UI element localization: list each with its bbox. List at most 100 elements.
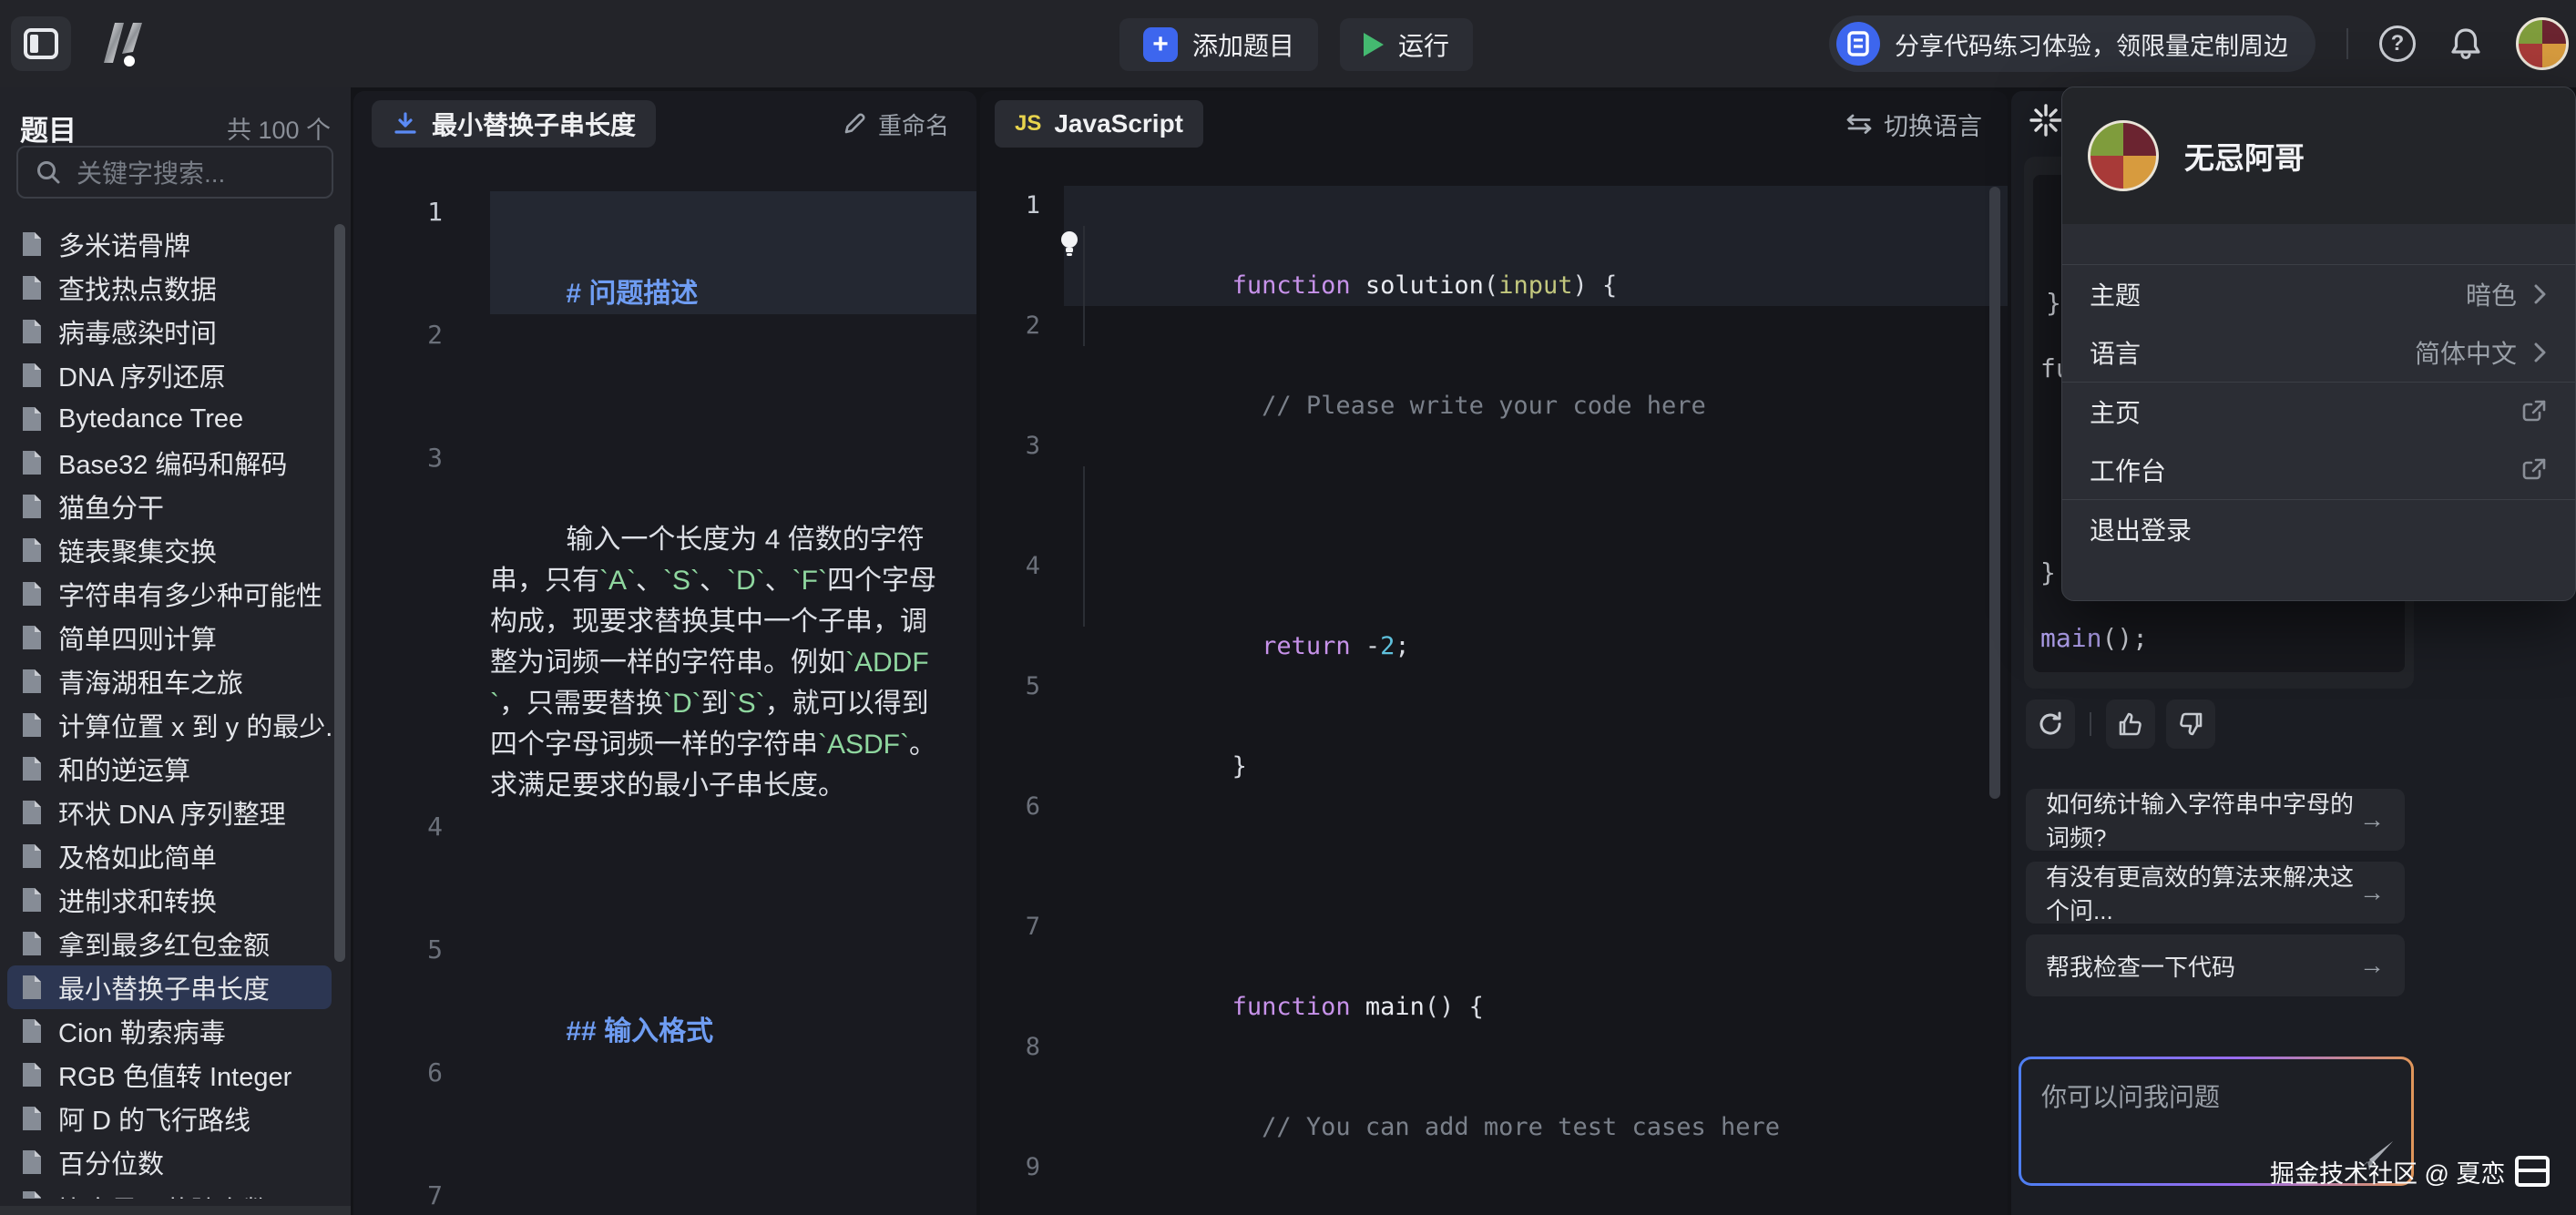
code-line: 5 } (980, 667, 2008, 787)
code-segment: ; (1395, 632, 1409, 660)
problem-list-item[interactable]: 计算位置 x 到 y 的最少... (7, 703, 332, 747)
problem-count: 共 100 个 (227, 110, 331, 146)
line-number: 6 (980, 787, 1064, 827)
sidebar-scrollbar[interactable] (334, 224, 345, 962)
problem-list-item-label: 和的逆运算 (58, 750, 190, 788)
markdown-segment: `D` (663, 689, 701, 719)
problem-list-item[interactable]: 环状 DNA 序列整理 (7, 791, 332, 834)
user-avatar[interactable] (2516, 17, 2569, 70)
document-icon (20, 449, 44, 476)
book-icon (1836, 22, 1880, 66)
logout-menu-item[interactable]: 退出登录 (2062, 500, 2575, 558)
problem-list-item[interactable]: RGB 色值转 Integer (7, 1053, 332, 1097)
problem-list-item-label: 简单四则计算 (58, 618, 217, 657)
problem-list-item[interactable]: 进制求和转换 (7, 878, 332, 922)
indent-guide (1083, 466, 1085, 627)
code-segment: return (1262, 632, 1351, 660)
search-placeholder: 关键字搜索... (77, 154, 225, 190)
thumbs-up-button[interactable] (2106, 699, 2155, 749)
problem-tab[interactable]: 最小替换子串长度 (372, 100, 656, 148)
problem-list-item[interactable]: 百分位数 (7, 1140, 332, 1184)
arrow-right-icon: → (2359, 805, 2385, 834)
language-tab-label: JavaScript (1054, 109, 1183, 138)
problem-list-item-label: RGB 色值转 Integer (58, 1056, 291, 1094)
line-number: 3 (980, 426, 1064, 466)
line-number: 9 (980, 1148, 1064, 1188)
language-menu-item[interactable]: 语言 简体中文 (2062, 323, 2575, 382)
problem-list-item-label: 猫鱼分干 (58, 487, 164, 526)
language-tab[interactable]: JS JavaScript (995, 100, 1203, 148)
notifications-button[interactable] (2447, 25, 2485, 63)
markdown-line: 2 (353, 314, 976, 437)
problem-list-item[interactable]: Base32 编码和解码 (7, 441, 332, 485)
markdown-segment: `D` (727, 566, 765, 596)
js-icon: JS (1015, 111, 1041, 137)
add-problem-label: 添加题目 (1192, 26, 1294, 63)
document-icon (20, 974, 44, 1001)
problem-list-item[interactable]: 比赛是否获胜次数 (7, 1184, 332, 1199)
suggestion-chip[interactable]: 有没有更高效的算法来解决这个问... → (2026, 862, 2405, 924)
document-icon (20, 274, 44, 301)
code-segment: // You can add more test cases here (1262, 1113, 1780, 1141)
problem-list-item[interactable]: 字符串有多少种可能性 (7, 572, 332, 616)
document-icon (20, 405, 44, 433)
switch-language-button[interactable]: 切换语言 (1845, 107, 1982, 142)
problem-list-item[interactable]: 阿 D 的飞行路线 (7, 1097, 332, 1140)
home-menu-item[interactable]: 主页 (2062, 383, 2575, 441)
problem-list-item[interactable]: 青海湖租车之旅 (7, 659, 332, 703)
promo-banner[interactable]: 分享代码练习体验，领限量定制周边 (1829, 15, 2315, 72)
problem-list-item-label: Bytedance Tree (58, 404, 243, 434)
problem-list-item[interactable]: 病毒感染时间 (7, 310, 332, 353)
user-menu-links: 主页 工作台 (2062, 382, 2575, 499)
markdown-line-content: 输入一个长度为 4 倍数的字符串，只有`A`、`S`、`D`、`F`四个字母构成… (490, 437, 976, 806)
problem-list-item-label: 计算位置 x 到 y 的最少... (58, 706, 332, 744)
problem-list-item-label: Base32 编码和解码 (58, 444, 287, 482)
workbench-menu-item[interactable]: 工作台 (2062, 441, 2575, 499)
document-icon (20, 1017, 44, 1045)
problem-markdown-editor[interactable]: 1 # 问题描述 2 3 输入一个长度为 4 倍数的字 (353, 157, 976, 1215)
search-input[interactable]: 关键字搜索... (16, 146, 333, 199)
problem-list-item-label: 及格如此简单 (58, 837, 217, 875)
problem-list-item[interactable]: 链表聚集交换 (7, 528, 332, 572)
problem-list-item[interactable]: 最小替换子串长度 (7, 965, 332, 1009)
code-editor[interactable]: 1 function solution(input) { 2 // Please… (980, 157, 2008, 1215)
rename-button[interactable]: 重命名 (842, 107, 949, 141)
problem-list-item[interactable]: Cion 勒索病毒 (7, 1009, 332, 1053)
code-segment (1232, 632, 1262, 660)
problem-list-item[interactable]: 拿到最多红包金额 (7, 922, 332, 965)
code-line: 7 function main() { (980, 907, 2008, 1027)
document-icon (20, 711, 44, 739)
sidebar-title: 题目 (20, 107, 77, 148)
line-number: 1 (353, 191, 490, 232)
code-panel-header: JS JavaScript 切换语言 (980, 91, 2008, 157)
problem-list-item[interactable]: 和的逆运算 (7, 747, 332, 791)
download-icon (392, 110, 419, 138)
code-segment: main (1365, 993, 1425, 1021)
code-segment: function (1232, 993, 1365, 1021)
help-button[interactable]: ? (2379, 26, 2416, 62)
code-line: 3 (980, 426, 2008, 546)
problem-list-item[interactable]: 及格如此简单 (7, 834, 332, 878)
problem-list-item[interactable]: 猫鱼分干 (7, 485, 332, 528)
problem-list-item[interactable]: Bytedance Tree (7, 397, 332, 441)
sidebar-toggle-button[interactable] (11, 16, 71, 71)
app-logo[interactable] (91, 15, 149, 72)
add-problem-button[interactable]: + 添加题目 (1119, 18, 1318, 71)
theme-menu-item[interactable]: 主题 暗色 (2062, 265, 2575, 323)
run-button[interactable]: 运行 (1340, 18, 1473, 71)
problem-list-item[interactable]: 简单四则计算 (7, 616, 332, 659)
editor-scrollbar[interactable] (1989, 187, 2000, 799)
suggestion-chip[interactable]: 如何统计输入字符串中字母的词频? → (2026, 789, 2405, 851)
lightbulb-icon[interactable] (1058, 230, 1080, 259)
problem-list-item[interactable]: DNA 序列还原 (7, 353, 332, 397)
code-segment: ) { (1572, 271, 1617, 300)
thumbs-down-button[interactable] (2166, 699, 2215, 749)
line-number: 3 (353, 437, 490, 478)
regenerate-button[interactable] (2026, 699, 2075, 749)
problem-list-item[interactable]: 多米诺骨牌 (7, 222, 332, 266)
suggestion-chip[interactable]: 帮我检查一下代码 → (2026, 934, 2405, 996)
problem-panel-header: 最小替换子串长度 重命名 (353, 91, 976, 157)
problem-list-item[interactable]: 查找热点数据 (7, 266, 332, 310)
sidebar-hscrollbar[interactable] (0, 1206, 351, 1215)
suggestion-label: 如何统计输入字符串中字母的词频? (2046, 786, 2359, 853)
